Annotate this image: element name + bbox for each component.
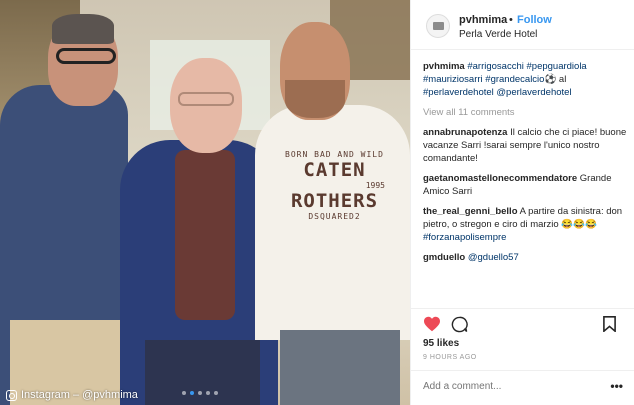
comment-list: annabrunapotenza Il calcio che ci piace!… xyxy=(423,126,627,264)
person-right-jeans xyxy=(280,330,400,405)
caption: pvhmima #arrigosacchi #pepguardiola #mau… xyxy=(423,60,627,99)
person-right-tshirt xyxy=(255,105,410,340)
comment-tag[interactable]: @gduello57 xyxy=(468,252,519,263)
comment-item: gaetanomastellonecommendatore Grande Ami… xyxy=(423,172,627,198)
comment-item: gmduello @gduello57 xyxy=(423,251,627,264)
comment-username[interactable]: the_real_genni_bello xyxy=(423,206,518,217)
carousel-dot[interactable] xyxy=(190,391,194,395)
comment-icon[interactable] xyxy=(451,316,468,338)
caption-username[interactable]: pvhmima xyxy=(423,61,465,72)
tshirt-print: BORN BAD AND WILD CATEN 1995 ROTHERS DSQ… xyxy=(272,150,397,221)
heart-icon[interactable] xyxy=(423,316,441,337)
tshirt-line2: CATEN xyxy=(303,159,366,181)
carousel-dots xyxy=(182,391,218,395)
tshirt-line1: BORN BAD AND WILD xyxy=(285,150,384,159)
tshirt-year: 1995 xyxy=(365,181,385,190)
comment-username[interactable]: annabrunapotenza xyxy=(423,127,507,138)
comments-section: pvhmima #arrigosacchi #pepguardiola #mau… xyxy=(423,60,627,271)
caption-hashtags-2[interactable]: #perlaverdehotel @perlaverdehotel xyxy=(423,87,572,98)
post-side-panel: pvhmima • Follow Perla Verde Hotel pvhmi… xyxy=(410,0,634,405)
post-photo[interactable]: BORN BAD AND WILD CATEN 1995 ROTHERS DSQ… xyxy=(0,0,410,405)
likes-count[interactable]: 95 likes xyxy=(423,338,459,349)
comment-item: the_real_genni_bello A partire da sinist… xyxy=(423,205,627,244)
instagram-icon xyxy=(6,389,17,401)
person-middle-glasses xyxy=(178,92,234,106)
bookmark-icon[interactable] xyxy=(603,316,616,337)
follow-button[interactable]: Follow xyxy=(517,14,552,26)
photo-watermark: Instagram – @pvhmima xyxy=(6,389,138,401)
more-options-button[interactable]: ••• xyxy=(610,379,623,393)
add-comment-input[interactable] xyxy=(423,381,603,392)
person-middle-trousers xyxy=(145,340,260,405)
post-timestamp: 9 HOURS AGO xyxy=(423,354,477,361)
header-username[interactable]: pvhmima xyxy=(459,14,507,26)
person-right-beard xyxy=(285,80,345,118)
location-link[interactable]: Perla Verde Hotel xyxy=(459,29,537,40)
watermark-text: Instagram – @pvhmima xyxy=(21,389,138,401)
caption-text: al xyxy=(556,74,567,85)
post-header: pvhmima • Follow Perla Verde Hotel xyxy=(411,0,634,50)
comment-username[interactable]: gmduello xyxy=(423,252,465,263)
person-left-glasses xyxy=(56,48,116,64)
action-bar xyxy=(411,308,634,338)
carousel-dot[interactable] xyxy=(182,391,186,395)
hotel-logo-icon[interactable] xyxy=(426,14,450,38)
caption-emoji: ⚽ xyxy=(544,74,557,85)
comment-item: annabrunapotenza Il calcio che ci piace!… xyxy=(423,126,627,165)
comment-username[interactable]: gaetanomastellonecommendatore xyxy=(423,173,577,184)
person-middle-sweater xyxy=(175,150,235,320)
add-comment-bar: ••• xyxy=(411,370,634,405)
comment-tag[interactable]: #forzanapolisempre xyxy=(423,232,506,243)
person-left-hair xyxy=(52,14,114,44)
view-all-comments-link[interactable]: View all 11 comments xyxy=(423,106,627,119)
carousel-dot[interactable] xyxy=(198,391,202,395)
header-separator: • xyxy=(509,14,513,26)
carousel-dot[interactable] xyxy=(214,391,218,395)
tshirt-line4: DSQUARED2 xyxy=(308,212,361,221)
tshirt-line3: ROTHERS xyxy=(290,190,379,212)
carousel-dot[interactable] xyxy=(206,391,210,395)
